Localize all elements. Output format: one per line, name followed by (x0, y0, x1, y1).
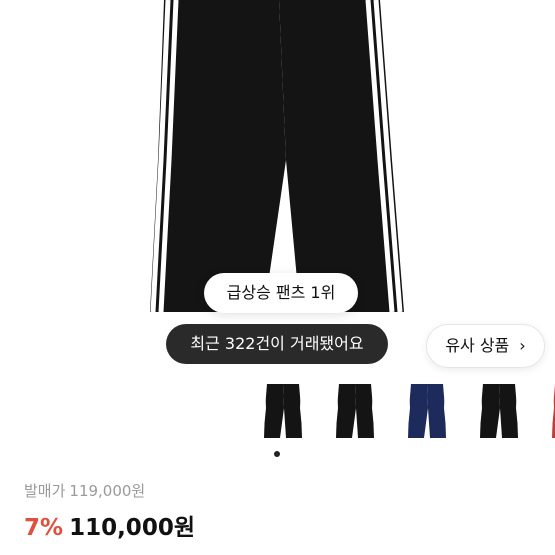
product-image[interactable] (0, 0, 555, 375)
discount-rate: 7% (24, 515, 64, 541)
thumbnail-strip[interactable] (245, 378, 555, 458)
trending-rank-badge: 급상승 팬츠 1위 (204, 273, 358, 313)
release-price-label: 발매가 (24, 482, 66, 500)
thumbnail-item[interactable] (253, 378, 313, 448)
selected-thumbnail-indicator (274, 451, 280, 457)
recent-trades-badge: 최근 322건이 거래됐어요 (166, 324, 388, 364)
current-price: 110,000원 (69, 515, 195, 541)
thumbnail-item[interactable] (397, 378, 457, 448)
chevron-right-icon: › (519, 336, 526, 355)
release-price-value: 119,000원 (69, 482, 146, 500)
recent-trades-text: 최근 322건이 거래됐어요 (190, 334, 364, 353)
similar-products-button[interactable]: 유사 상품 › (426, 324, 545, 368)
thumbnail-item[interactable] (541, 378, 555, 448)
trending-rank-text: 급상승 팬츠 1위 (226, 283, 336, 302)
thumbnail-item[interactable] (325, 378, 385, 448)
thumbnail-item[interactable] (469, 378, 529, 448)
release-price-row: 발매가 119,000원 (24, 480, 145, 501)
similar-products-label: 유사 상품 (445, 336, 510, 355)
track-pants-image (150, 0, 404, 313)
current-price-row: 7% 110,000원 (24, 508, 195, 542)
